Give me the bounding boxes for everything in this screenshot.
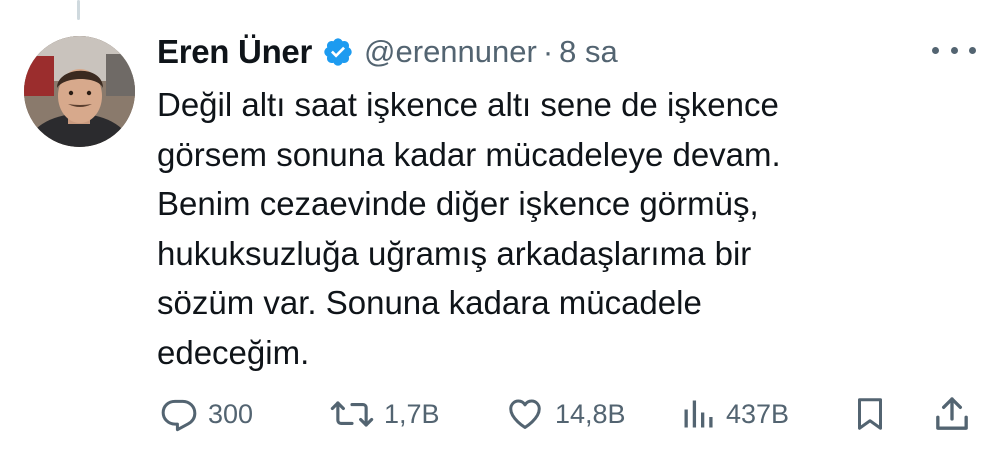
reply-button[interactable]: 300 [160,390,253,438]
tweet-text-line: hukuksuzluğa uğramış arkadaşlarıma bir [157,234,752,272]
share-icon [932,394,972,434]
retweet-button[interactable]: 1,7B [330,390,440,438]
like-button[interactable]: 14,8B [505,390,626,438]
author-handle[interactable]: @erennuner [364,34,537,70]
tweet-text-line: sözüm var. Sonuna kadara mücadele [157,284,702,321]
views-button[interactable]: 437B [680,390,789,438]
bookmark-icon [852,394,888,434]
tweet-header: Eren Üner @erennuner · 8 sa [157,28,618,76]
tweet-text-line: edeceğim. [157,333,310,371]
tweet-text-line: Değil altı saat işkence altı sene de işk… [157,86,779,123]
header-separator: · [542,34,554,69]
thread-connector-line [77,0,80,20]
reply-count: 300 [208,398,254,429]
like-icon [505,395,545,433]
tweet-action-bar: 300 1,7B 14,8B 437B [0,390,1000,438]
verified-badge-icon [322,36,354,68]
tweet-text-line: görsem sonuna kadar mücadeleye devam. [157,135,781,173]
retweet-icon [330,395,374,433]
tweet-text: Değil altı saat işkence altı sene de işk… [157,80,917,377]
retweet-count: 1,7B [384,398,440,429]
more-options-icon[interactable] [932,38,976,62]
views-icon [680,395,716,433]
reply-icon [160,395,198,433]
like-count: 14,8B [555,398,626,429]
tweet-text-line: Benim cezaevinde diğer işkence görmüş, [157,185,759,222]
bookmark-button[interactable] [852,390,888,438]
author-name[interactable]: Eren Üner [157,33,312,71]
tweet-timestamp[interactable]: 8 sa [559,34,618,70]
share-button[interactable] [932,390,972,438]
views-count: 437B [726,398,790,429]
avatar[interactable] [24,36,135,147]
